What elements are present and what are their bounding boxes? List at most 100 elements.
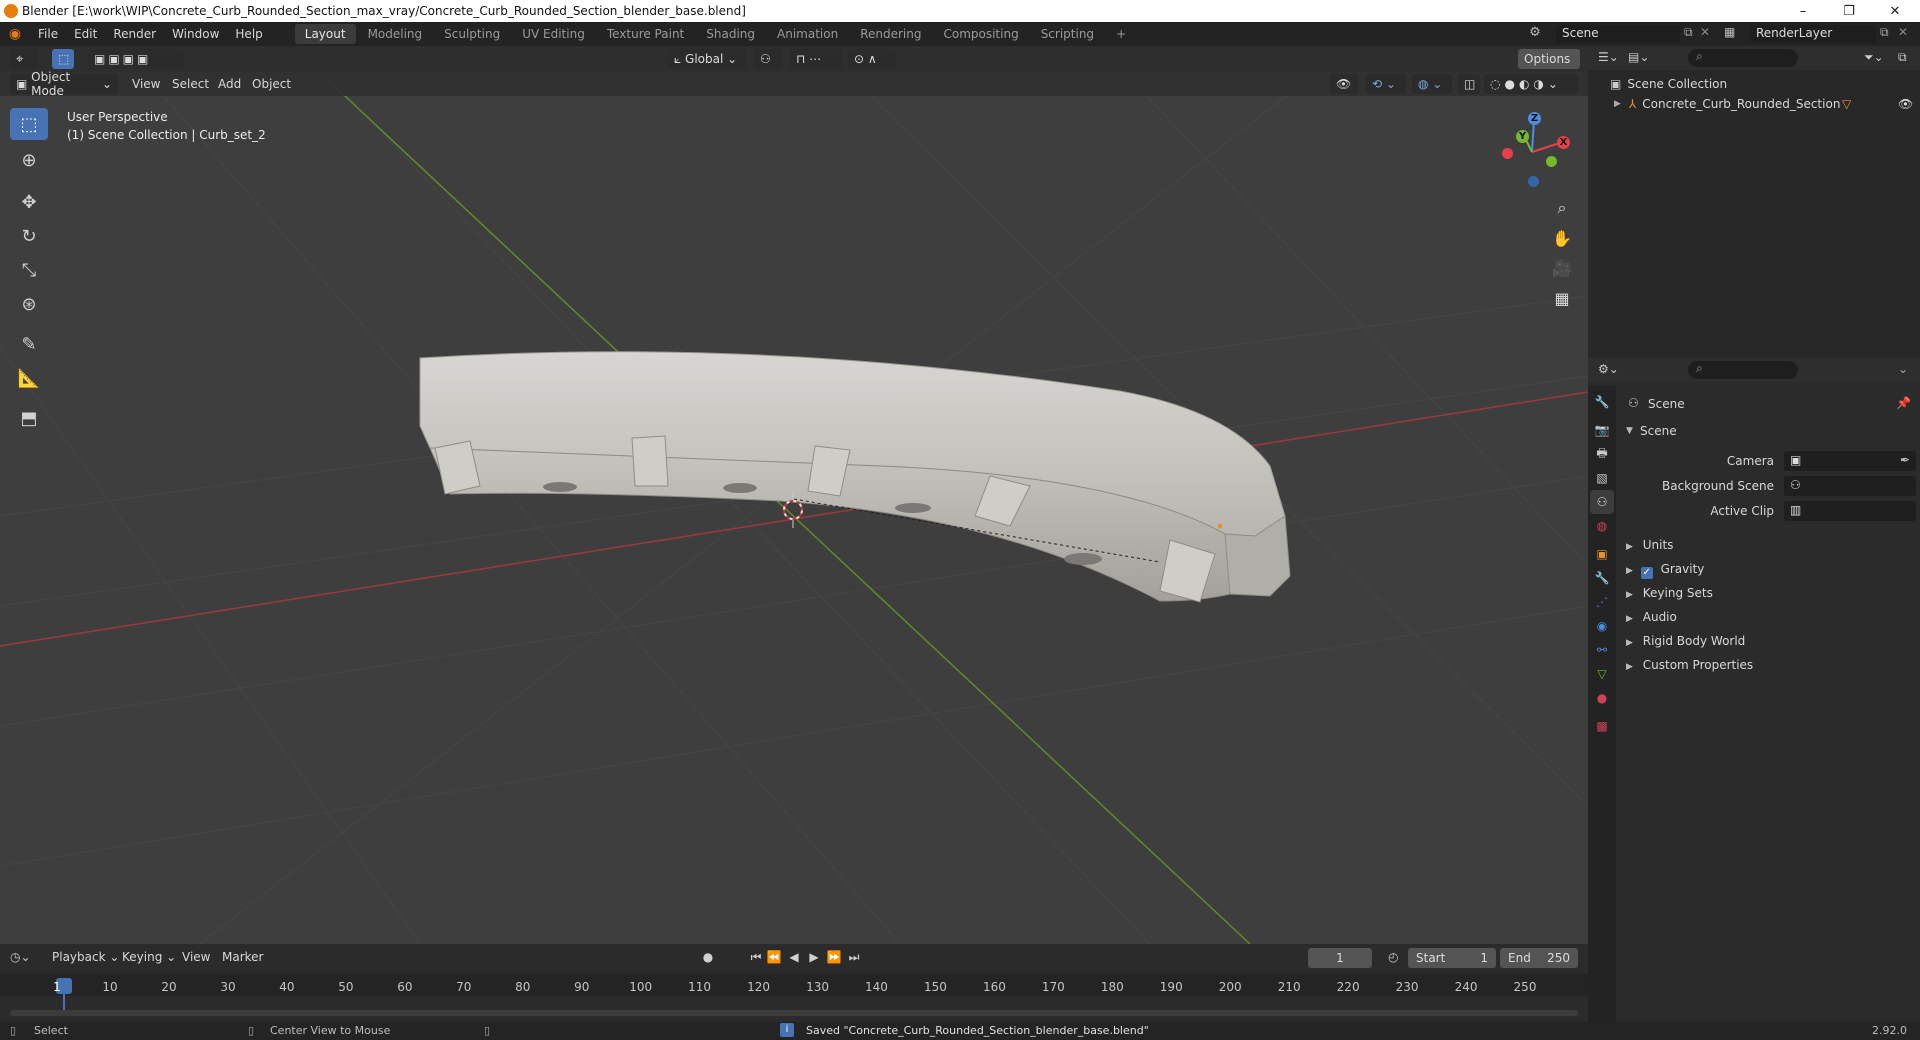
ortho-grid-icon[interactable]: ▦ [1548,284,1576,312]
shading-mode-icons[interactable]: ◌●◐◑⌄ [1484,74,1578,94]
scale-tool-icon[interactable]: ⤡ [10,254,48,286]
gizmo-toggle-icon[interactable]: ⟲ ⌄ [1366,74,1406,94]
background-scene-field[interactable]: ⚇ [1784,476,1916,496]
data-tab-icon[interactable]: ▽ [1590,662,1614,686]
modifier-tab-icon[interactable]: 🔧 [1590,566,1614,590]
world-tab-icon[interactable]: ◍ [1590,514,1614,538]
workspace-tab-animation[interactable]: Animation [767,24,848,44]
filter-icon[interactable]: ⏷⌄ [1864,50,1884,65]
scene-name-field[interactable]: Scene [1556,25,1680,43]
scene-tab-icon[interactable]: ⚇ [1590,490,1614,514]
transform-orientation-dropdown[interactable]: ⟀ Global ⌄ [668,49,746,69]
workspace-tab-modeling[interactable]: Modeling [358,24,433,44]
workspace-tab-rendering[interactable]: Rendering [850,24,931,44]
zoom-icon[interactable]: ⌕ [1548,194,1576,222]
viewport-menu-select[interactable]: Select [172,77,209,91]
workspace-tab-shading[interactable]: Shading [696,24,765,44]
camera-view-icon[interactable]: 🎥 [1548,254,1576,282]
outliner-search-input[interactable]: ⌕ [1688,49,1798,67]
overlay-toggle-icon[interactable]: ◍ ⌄ [1412,74,1452,94]
object-tab-icon[interactable]: ▣ [1590,542,1614,566]
move-tool-icon[interactable]: ✥ [10,186,48,218]
scene-section-label[interactable]: Scene [1640,424,1677,438]
maximize-button[interactable]: ❐ [1826,0,1872,22]
view-layer-browse-icon[interactable]: ▦ [1724,25,1735,39]
output-tab-icon[interactable]: 🖶 [1590,442,1614,466]
tree-row-scene-collection[interactable]: ▣ Scene Collection [1588,74,1920,94]
close-window-button[interactable]: ✕ [1872,0,1918,22]
panel-gravity[interactable]: ▶ ✓ Gravity [1626,562,1916,579]
workspace-tab-scripting[interactable]: Scripting [1031,24,1104,44]
viewport-menu-object[interactable]: Object [252,77,291,91]
delete-view-layer-icon[interactable]: ✕ [1898,25,1908,39]
timeline-scrollbar[interactable] [10,1010,1578,1016]
gizmo-neg-y-axis[interactable] [1546,156,1557,167]
snap-icon[interactable]: ⊓ ⋯ [790,49,842,69]
eye-visibility-icon[interactable]: 👁 [1898,97,1913,111]
scene-browse-icon[interactable]: ⚙ [1526,25,1544,43]
pin-icon[interactable]: 📌 [1896,396,1911,410]
3d-viewport[interactable]: ⌖ ⬚ ▣▣▣▣ ⟀ Global ⌄ ⚇ ⊓ ⋯ ⊙ ∧ Options ▣ … [0,46,1588,944]
menu-file[interactable]: File [30,27,66,41]
workspace-tab-sculpting[interactable]: Sculpting [434,24,510,44]
render-tab-icon[interactable]: 📷 [1590,418,1614,442]
workspace-tab-layout[interactable]: Layout [294,24,356,44]
cursor-tool-icon[interactable]: ⊕ [10,144,48,176]
workspace-tab-uv-editing[interactable]: UV Editing [512,24,595,44]
options-dropdown[interactable]: Options [1518,49,1580,69]
display-mode-icon[interactable]: ▤⌄ [1628,50,1649,64]
panel-keying-sets[interactable]: ▶ Keying Sets [1626,586,1916,600]
workspace-tab-compositing[interactable]: Compositing [933,24,1028,44]
transform-tool-icon[interactable]: ⊛ [10,288,48,320]
add-workspace-button[interactable]: + [1106,24,1136,44]
panel-rigid-body-world[interactable]: ▶ Rigid Body World [1626,634,1916,648]
navigation-gizmo[interactable]: Z X Y [1490,112,1570,192]
select-tool-icon[interactable]: ⬚ [10,108,48,140]
active-clip-field[interactable]: ▥ [1784,501,1916,521]
expand-arrow-icon[interactable]: ▶ [1614,99,1621,109]
blender-menu-icon[interactable]: ◉ [0,26,30,42]
properties-search-input[interactable]: ⌕ [1688,361,1798,379]
menu-help[interactable]: Help [227,27,270,41]
delete-scene-icon[interactable]: ✕ [1700,25,1710,39]
new-view-layer-icon[interactable]: ⧉ [1880,25,1889,40]
tree-row-object[interactable]: ▶ ⅄ Concrete_Curb_Rounded_Section ▽ 👁 [1588,94,1920,114]
concrete-curb-mesh[interactable] [419,351,1291,603]
mode-dropdown[interactable]: ▣ Object Mode ⌄ [10,70,118,98]
view-layer-tab-icon[interactable]: ▧ [1590,466,1614,490]
timeline-editor[interactable]: ◷⌄ Playback ⌄ Keying ⌄ View Marker ● ⏮ ⏪… [0,944,1588,1022]
properties-editor-type-icon[interactable]: ⚙⌄ [1598,362,1619,376]
panel-audio[interactable]: ▶ Audio [1626,610,1916,624]
viewport-menu-add[interactable]: Add [218,77,241,91]
eyedropper-icon[interactable]: ✒ [1900,453,1910,467]
menu-edit[interactable]: Edit [66,27,105,41]
particles-tab-icon[interactable]: ⋰ [1590,590,1614,614]
new-collection-icon[interactable]: ⧉ [1898,50,1907,65]
viewport-menu-view[interactable]: View [132,77,160,91]
selection-mode-icons[interactable]: ▣▣▣▣ [88,49,184,69]
panel-units[interactable]: ▶ Units [1626,538,1916,552]
measure-tool-icon[interactable]: 📐 [10,362,48,394]
outliner-editor-type-icon[interactable]: ☰⌄ [1598,50,1619,64]
gizmo-y-axis[interactable]: Y [1516,130,1529,143]
rotate-tool-icon[interactable]: ↻ [10,220,48,252]
pivot-point-icon[interactable]: ⚇ [754,49,782,69]
workspace-tab-texture-paint[interactable]: Texture Paint [597,24,694,44]
tool-tab-icon[interactable]: 🔧 [1590,390,1614,414]
select-box-icon[interactable]: ⬚ [52,49,74,69]
add-cube-tool-icon[interactable]: ⬒ [10,402,48,434]
section-expanded-icon[interactable]: ▼ [1626,426,1633,436]
editor-type-icon[interactable]: ⌖ [10,49,38,69]
visibility-icon[interactable]: 👁 [1330,74,1358,94]
view-layer-name-field[interactable]: RenderLayer [1750,25,1876,43]
gizmo-neg-x-axis[interactable] [1502,148,1513,159]
camera-field[interactable]: ▣ ✒ [1784,451,1916,471]
menu-render[interactable]: Render [105,27,164,41]
material-tab-icon[interactable]: ● [1590,686,1614,710]
proportional-edit-icon[interactable]: ⊙ ∧ [848,49,896,69]
texture-tab-icon[interactable]: ▩ [1590,714,1614,738]
properties-options-icon[interactable]: ⌄ [1898,362,1908,376]
new-scene-icon[interactable]: ⧉ [1684,25,1693,40]
annotate-tool-icon[interactable]: ✎ [10,328,48,360]
minimize-button[interactable]: – [1780,0,1826,22]
